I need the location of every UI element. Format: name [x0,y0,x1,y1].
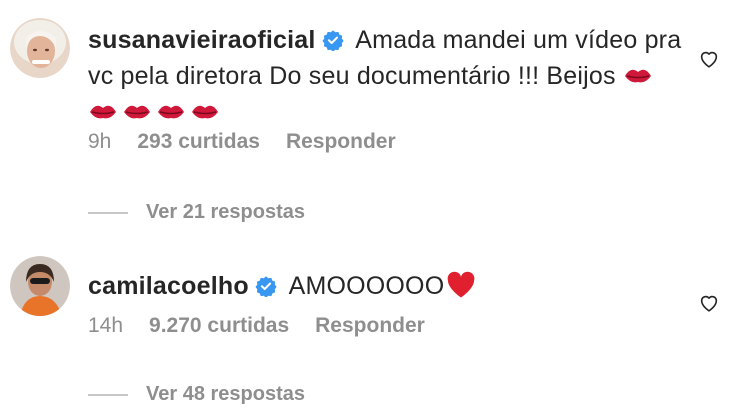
avatar[interactable] [10,256,70,316]
comment-meta: 9h 293 curtidas Responder [88,130,422,154]
verified-badge-icon [321,30,344,51]
reply-button[interactable]: Responder [315,314,425,338]
view-replies-button[interactable]: Ver 21 respostas [88,201,305,224]
red-heart-emoji [448,271,475,298]
comment-meta: 14h 9.270 curtidas Responder [88,314,451,338]
comment-item: camilacoelho AMOOOOOO 14h 9.270 curtidas… [0,248,734,418]
kiss-mark-emoji [158,105,184,119]
avatar[interactable] [10,18,70,78]
view-replies-button[interactable]: Ver 48 respostas [88,383,305,406]
likes-count[interactable]: 9.270 curtidas [149,314,289,338]
verified-badge-icon [255,276,277,297]
kiss-mark-emoji [124,105,150,119]
heart-outline-icon[interactable] [698,292,720,314]
replies-divider [88,393,128,396]
comment-text-block: susanavieiraoficial Amada mandei um víde… [88,22,688,130]
replies-divider [88,211,128,214]
reply-button[interactable]: Responder [286,130,396,154]
comment-time: 14h [88,314,124,337]
comment-username[interactable]: susanavieiraoficial [88,26,316,54]
view-replies-label: Ver 48 respostas [146,383,305,405]
likes-count[interactable]: 293 curtidas [137,130,260,154]
heart-outline-icon[interactable] [698,48,720,70]
comment-username[interactable]: camilacoelho [88,272,249,300]
kiss-mark-emoji [90,105,116,119]
kiss-mark-emoji [192,105,218,119]
comment-text: AMOOOOOO [282,272,445,300]
comment-time: 9h [88,130,112,153]
kiss-mark-emoji [624,69,651,83]
view-replies-label: Ver 21 respostas [146,201,305,223]
comment-item: susanavieiraoficial Amada mandei um víde… [0,0,734,240]
comment-text-block: camilacoelho AMOOOOOO [88,268,688,304]
